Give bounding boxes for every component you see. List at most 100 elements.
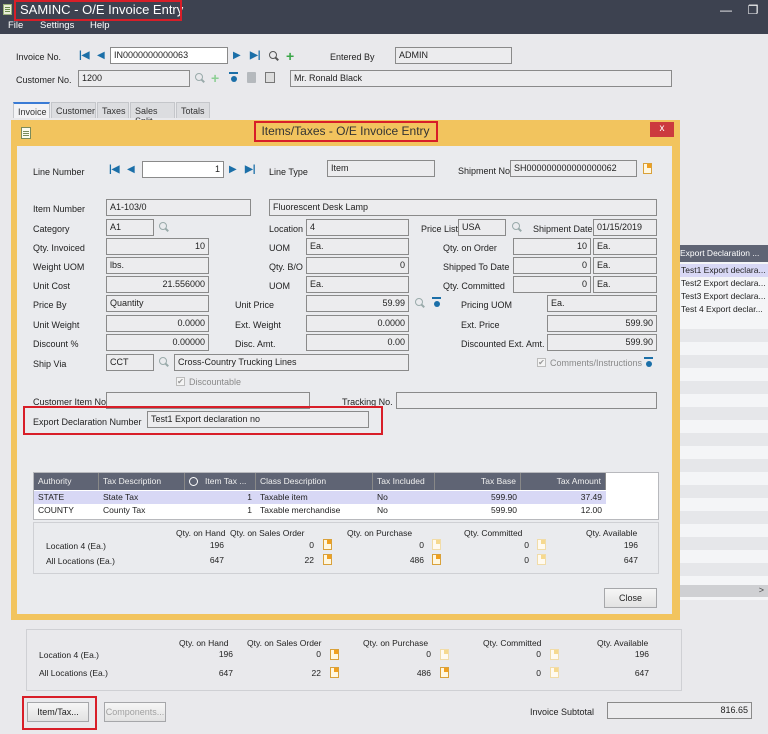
close-button[interactable]: Close: [604, 588, 657, 608]
invoice-no-input[interactable]: IN0000000000063: [110, 47, 228, 64]
export-declaration-column-header[interactable]: Export Declaration ...: [678, 245, 768, 262]
tab-totals[interactable]: Totals: [176, 102, 210, 118]
first-line-button[interactable]: |◀: [109, 164, 120, 175]
dialog-close-button[interactable]: x: [650, 122, 674, 137]
tax-included-column-header[interactable]: Tax Included: [373, 473, 435, 490]
category-field[interactable]: A1: [106, 219, 154, 236]
unit-price-info-icon[interactable]: [432, 297, 441, 308]
last-invoice-button[interactable]: ▶|: [250, 50, 261, 61]
shipment-date-field[interactable]: 01/15/2019: [593, 219, 657, 236]
qty-on-sales-order-header: Qty. on Sales Order: [247, 638, 322, 648]
qty-on-purchase-header: Qty. on Purchase: [347, 528, 413, 538]
uom-field[interactable]: Ea.: [306, 276, 409, 293]
price-list-search-icon[interactable]: [512, 222, 522, 232]
pricing-uom-field[interactable]: Ea.: [547, 295, 657, 312]
tax-description-column-header[interactable]: Tax Description: [99, 473, 185, 490]
new-invoice-icon[interactable]: +: [286, 49, 294, 63]
purchase-note-icon[interactable]: [440, 649, 449, 660]
price-by-field[interactable]: Quantity: [106, 295, 209, 312]
ship-via-search-icon[interactable]: [159, 357, 169, 367]
tax-amount-column-header[interactable]: Tax Amount: [521, 473, 606, 490]
tax-base-column-header[interactable]: Tax Base: [435, 473, 521, 490]
authority-column-header[interactable]: Authority: [34, 473, 99, 490]
ship-via-field[interactable]: CCT: [106, 354, 154, 371]
customer-search-icon[interactable]: [195, 73, 205, 83]
sales-order-note-icon[interactable]: [323, 539, 332, 550]
horizontal-scrollbar[interactable]: >: [678, 585, 768, 597]
export-declaration-label: Export Declaration Number: [33, 417, 142, 427]
unit-weight-field[interactable]: 0.0000: [106, 315, 209, 332]
shipment-date-label: Shipment Date: [533, 224, 593, 234]
sales-order-note-icon[interactable]: [330, 649, 339, 660]
table-row[interactable]: COUNTY County Tax 1 Taxable merchandise …: [34, 504, 606, 517]
ext-price-field[interactable]: 599.90: [547, 315, 657, 332]
purchase-note-icon[interactable]: [432, 539, 441, 550]
ext-weight-field[interactable]: 0.0000: [306, 315, 409, 332]
restore-button[interactable]: ❐: [743, 2, 763, 18]
next-invoice-button[interactable]: ▶: [233, 50, 241, 61]
tab-customer[interactable]: Customer: [51, 102, 96, 118]
discount-pct-field[interactable]: 0.00000: [106, 334, 209, 351]
qty-bo-field[interactable]: 0: [306, 257, 409, 274]
prev-line-button[interactable]: ◀: [127, 164, 135, 175]
export-declaration-input[interactable]: Test1 Export declaration no: [147, 411, 369, 428]
price-list-field[interactable]: USA: [458, 219, 506, 236]
uom-field[interactable]: Ea.: [306, 238, 409, 255]
customer-item-no-input[interactable]: [106, 392, 310, 409]
committed-note-icon[interactable]: [537, 554, 546, 565]
location-field[interactable]: 4: [306, 219, 409, 236]
last-line-button[interactable]: ▶|: [245, 164, 256, 175]
tab-sales-split[interactable]: Sales Split: [130, 102, 175, 126]
new-customer-icon[interactable]: +: [211, 71, 219, 85]
unit-cost-field[interactable]: 21.556000: [106, 276, 209, 293]
menu-help[interactable]: Help: [90, 20, 110, 31]
sales-order-note-icon[interactable]: [323, 554, 332, 565]
components-button[interactable]: Components...: [104, 702, 166, 722]
comments-info-icon[interactable]: [644, 357, 653, 368]
first-invoice-button[interactable]: |◀: [79, 50, 90, 61]
class-description-column-header[interactable]: Class Description: [256, 473, 373, 490]
weight-uom-field[interactable]: lbs.: [106, 257, 209, 274]
tracking-no-input[interactable]: [396, 392, 657, 409]
shipment-no-field: SH000000000000000062: [510, 160, 637, 177]
item-number-field[interactable]: A1-103/0: [106, 199, 251, 216]
list-item[interactable]: Test 4 Export declar...: [678, 303, 768, 316]
list-item[interactable]: Test3 Export declara...: [678, 290, 768, 303]
committed-note-icon[interactable]: [550, 649, 559, 660]
customer-name-field: Mr. Ronald Black: [290, 70, 672, 87]
tab-invoice[interactable]: Invoice: [13, 102, 50, 118]
comments-checkbox[interactable]: ✔: [537, 358, 546, 367]
unit-price-field[interactable]: 59.99: [306, 295, 409, 312]
committed-note-icon[interactable]: [537, 539, 546, 550]
invoice-search-icon[interactable]: [269, 51, 279, 61]
category-search-icon[interactable]: [159, 222, 169, 232]
menu-file[interactable]: File: [8, 20, 23, 31]
customer-info-icon[interactable]: [229, 72, 238, 83]
app-icon: [3, 4, 12, 15]
list-item[interactable]: Test2 Export declara...: [678, 277, 768, 290]
line-number-input[interactable]: 1: [142, 161, 224, 178]
sales-order-note-icon[interactable]: [330, 667, 339, 678]
menu-settings[interactable]: Settings: [40, 20, 74, 31]
tab-taxes[interactable]: Taxes: [97, 102, 129, 118]
customer-preview-icon[interactable]: [265, 72, 275, 83]
column-search-icon[interactable]: [189, 477, 198, 486]
customer-no-input[interactable]: 1200: [78, 70, 190, 87]
shipment-note-icon[interactable]: [643, 163, 652, 174]
items-taxes-dialog: Items/Taxes - O/E Invoice Entry x Line N…: [11, 120, 680, 620]
item-tax-button[interactable]: Item/Tax...: [27, 702, 89, 722]
minimize-button[interactable]: —: [716, 2, 736, 18]
next-line-button[interactable]: ▶: [229, 164, 237, 175]
scroll-right-arrow[interactable]: >: [759, 585, 764, 595]
unit-price-search-icon[interactable]: [415, 298, 425, 308]
list-item[interactable]: Test1 Export declara...: [678, 264, 768, 277]
committed-note-icon[interactable]: [550, 667, 559, 678]
discountable-checkbox[interactable]: ✔: [176, 377, 185, 386]
purchase-note-icon[interactable]: [440, 667, 449, 678]
disc-amt-field[interactable]: 0.00: [306, 334, 409, 351]
customer-document-icon[interactable]: [247, 72, 256, 83]
table-row[interactable]: STATE State Tax 1 Taxable item No 599.90…: [34, 491, 606, 504]
qty-invoiced-field[interactable]: 10: [106, 238, 209, 255]
purchase-note-icon[interactable]: [432, 554, 441, 565]
prev-invoice-button[interactable]: ◀: [97, 50, 105, 61]
